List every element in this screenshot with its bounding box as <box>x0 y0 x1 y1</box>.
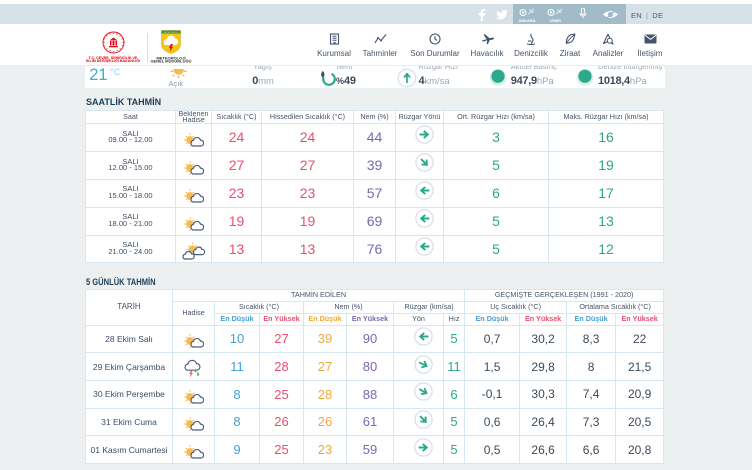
svg-text:METEOROLOJi: METEOROLOJi <box>164 32 179 34</box>
